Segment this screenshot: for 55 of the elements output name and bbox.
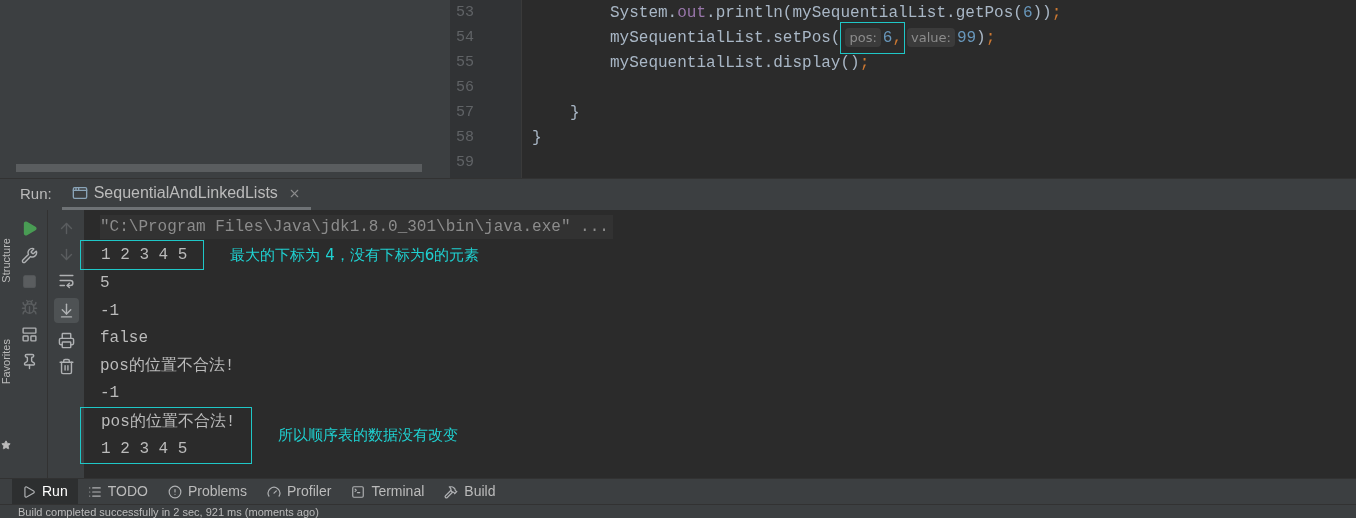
tool-window-tab[interactable]: Problems [157,479,258,504]
tool-window-tab[interactable]: Run [12,479,78,504]
tool-window-tab[interactable]: Profiler [257,479,342,504]
parameter-hint: value: [907,27,955,48]
status-message: Build completed successfully in 2 sec, 921 ms (moments ago) [18,505,319,518]
code-token: System. [610,2,678,24]
scroll-to-end-toggle[interactable] [53,298,79,323]
annotation-note: 所以顺序表的数据没有改变 [278,425,459,447]
code-token: } [532,127,542,149]
code-token: 99 [956,27,977,49]
output-line: -1 [100,300,120,322]
list-icon [87,484,102,499]
print-icon[interactable] [57,332,75,349]
code-token: } [570,102,580,124]
window-icon [71,185,88,201]
code-token: 6 [882,27,893,49]
annotation-note: 最大的下标为 4，没有下标为6的元素 [230,244,480,266]
star-icon[interactable] [1,439,11,450]
tool-window-tab[interactable]: Build [434,479,506,504]
code-token: mySequentialList.display() [610,52,860,74]
run-icon[interactable] [21,220,38,237]
scrollbar[interactable] [16,164,422,172]
code-token: mySequentialList.setPos( [610,27,841,49]
gauge-icon [267,484,282,499]
code-token: , [892,27,902,49]
side-tab[interactable]: Favorites [0,338,12,384]
tool-window-tab[interactable]: TODO [77,479,158,504]
output-line: pos的位置不合法! [101,411,236,433]
play-icon [22,484,36,499]
wrench-icon[interactable] [21,247,38,264]
side-tab[interactable]: Structure [0,238,12,283]
run-label: Run: [20,184,52,205]
code-token: out [677,2,707,24]
tool-window-tab[interactable]: Terminal [341,479,435,504]
output-line: 1 2 3 4 5 [101,439,188,461]
pin-icon[interactable] [21,353,38,370]
output-line: 5 [100,273,110,295]
output-line: 1 2 3 4 5 [101,244,188,266]
exclamation-icon [167,484,182,499]
code-token: )) [1032,2,1052,24]
output-line: false [100,328,148,350]
terminal-icon [351,484,366,499]
code-token: ; [1051,2,1062,24]
code-token: .println(mySequentialList.getPos( [706,2,1023,24]
output-line: -1 [100,383,120,405]
trash-icon[interactable] [57,358,75,375]
code-token: ; [985,27,996,49]
code-token: ; [859,52,870,74]
code-token: ) [976,27,986,49]
output-line: pos的位置不合法! [100,355,235,377]
layout-icon[interactable] [21,326,38,343]
parameter-hint: pos: [845,27,881,48]
code-token: 6 [1022,2,1033,24]
soft-wrap-icon[interactable] [57,272,75,289]
hammer-icon [444,484,459,499]
